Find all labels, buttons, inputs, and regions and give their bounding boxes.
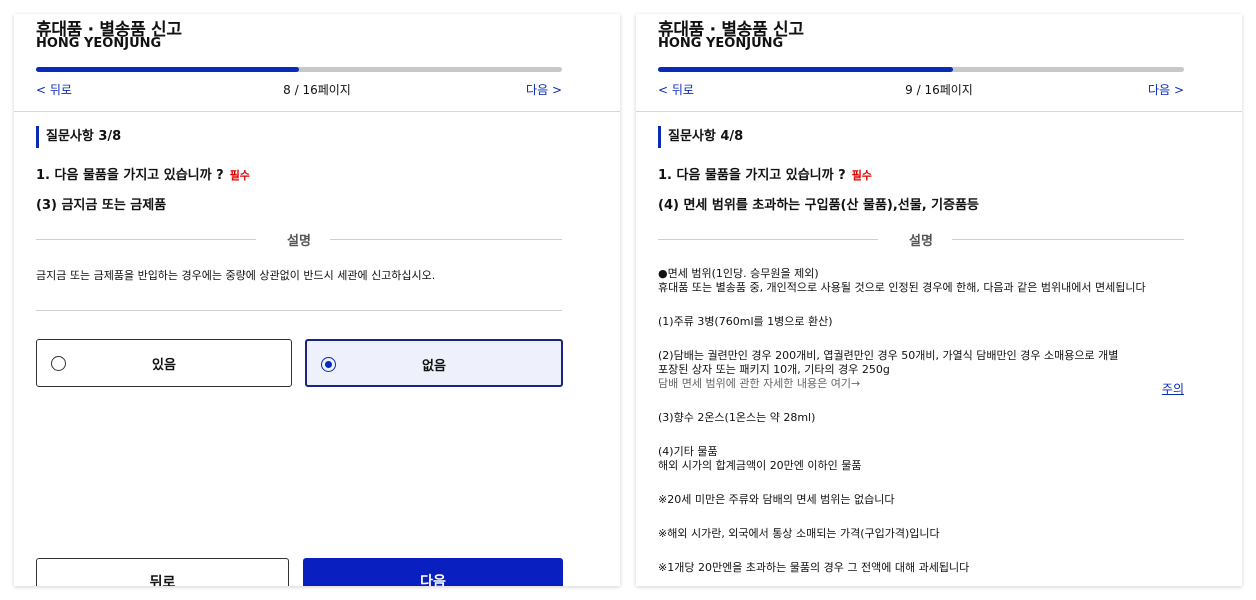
question-label: 1. 다음 물품을 가지고 있습니까 ?: [658, 168, 846, 183]
next-button[interactable]: 다음: [303, 558, 563, 586]
section-divider: 설명: [658, 230, 1184, 249]
info-block: (3)향수 2온스(1온스는 약 28ml): [658, 411, 1218, 425]
info-line: ●면세 범위(1인당. 승무원을 제외): [658, 267, 819, 280]
caution-link[interactable]: 주의: [1162, 380, 1184, 397]
tobacco-detail-link[interactable]: 담배 면세 범위에 관한 자세한 내용은 여기→: [658, 377, 1218, 391]
option-label: 있음: [152, 358, 176, 373]
info-line: (3)향수 2온스(1온스는 약 28ml): [658, 411, 816, 424]
question-text: 1. 다음 물품을 가지고 있습니까 ? 필수: [36, 164, 250, 183]
next-link[interactable]: 다음 >: [1148, 81, 1184, 98]
required-badge: 필수: [851, 169, 872, 182]
info-block: ※1개당 20만엔을 초과하는 물품의 경우 그 전액에 대해 과세됩니다: [658, 561, 1218, 575]
left-screen: 휴대품 · 별송품 신고 HONG YEONJUNG < 뒤로 8 / 16페이…: [14, 14, 620, 586]
divider-line: [330, 239, 562, 240]
user-name: HONG YEONJUNG: [36, 36, 162, 51]
duty-free-info: ●면세 범위(1인당. 승무원을 제외) 휴대품 또는 별송품 중, 개인적으로…: [658, 267, 1218, 586]
info-block: (4)기타 물품 해외 시가의 합계금액이 20만엔 이하인 물품: [658, 445, 1218, 473]
progress-fill: [658, 67, 953, 72]
info-line: ※1개당 20만엔을 초과하는 물품의 경우 그 전액에 대해 과세됩니다: [658, 561, 970, 574]
progress-bar: [658, 67, 1184, 72]
description-text: 금지금 또는 금제품을 반입하는 경우에는 중량에 상관없이 반드시 세관에 신…: [36, 269, 436, 282]
divider-line: [952, 239, 1184, 240]
info-line: 휴대품 또는 별송품 중, 개인적으로 사용될 것으로 인정된 경우에 한해, …: [658, 281, 1146, 294]
question-text: 1. 다음 물품을 가지고 있습니까 ? 필수: [658, 164, 872, 183]
info-line: ※20세 미만은 주류와 담배의 면세 범위는 없습니다: [658, 493, 895, 506]
required-badge: 필수: [229, 169, 250, 182]
info-line: (1)주류 3병(760ml를 1병으로 환산): [658, 315, 833, 328]
progress-bar: [36, 67, 562, 72]
progress-fill: [36, 67, 299, 72]
info-line: 포장된 상자 또는 패키지 10개, 기타의 경우 250g: [658, 363, 890, 376]
question-subtitle: (4) 면세 범위를 초과하는 구입품(산 물품),선물, 기증품등: [658, 198, 980, 213]
page-header: 휴대품 · 별송품 신고 HONG YEONJUNG < 뒤로 9 / 16페이…: [636, 14, 1242, 112]
info-line: (2)담배는 궐련만인 경우 200개비, 엽궐련만인 경우 50개비, 가열식…: [658, 349, 1119, 362]
info-line: (4)기타 물품: [658, 445, 718, 458]
question-heading: 질문사항 3/8: [36, 126, 121, 148]
question-label: 1. 다음 물품을 가지고 있습니까 ?: [36, 168, 224, 183]
info-block: ※해외 시가란, 외국에서 통상 소매되는 가격(구입가격)입니다: [658, 527, 1218, 541]
option-label: 없음: [422, 359, 446, 374]
section-divider: 설명: [36, 230, 562, 249]
info-line: 해외 시가의 합계금액이 20만엔 이하인 물품: [658, 459, 862, 472]
next-link[interactable]: 다음 >: [526, 81, 562, 98]
option-yes[interactable]: 있음: [36, 339, 292, 387]
right-screen: 휴대품 · 별송품 신고 HONG YEONJUNG < 뒤로 9 / 16페이…: [636, 14, 1242, 586]
info-block: (2)담배는 궐련만인 경우 200개비, 엽궐련만인 경우 50개비, 가열식…: [658, 349, 1218, 391]
option-no[interactable]: 없음: [305, 339, 563, 387]
user-name: HONG YEONJUNG: [658, 36, 784, 51]
page-header: 휴대품 · 별송품 신고 HONG YEONJUNG < 뒤로 8 / 16페이…: [14, 14, 620, 112]
info-block: ●면세 범위(1인당. 승무원을 제외) 휴대품 또는 별송품 중, 개인적으로…: [658, 267, 1218, 295]
info-line: ※해외 시가란, 외국에서 통상 소매되는 가격(구입가격)입니다: [658, 527, 940, 540]
divider: [36, 310, 562, 311]
info-block: ※20세 미만은 주류와 담배의 면세 범위는 없습니다: [658, 493, 1218, 507]
question-heading: 질문사항 4/8: [658, 126, 743, 148]
info-block: (1)주류 3병(760ml를 1병으로 환산): [658, 315, 1218, 329]
question-subtitle: (3) 금지금 또는 금제품: [36, 198, 167, 213]
back-button[interactable]: 뒤로: [36, 558, 289, 586]
